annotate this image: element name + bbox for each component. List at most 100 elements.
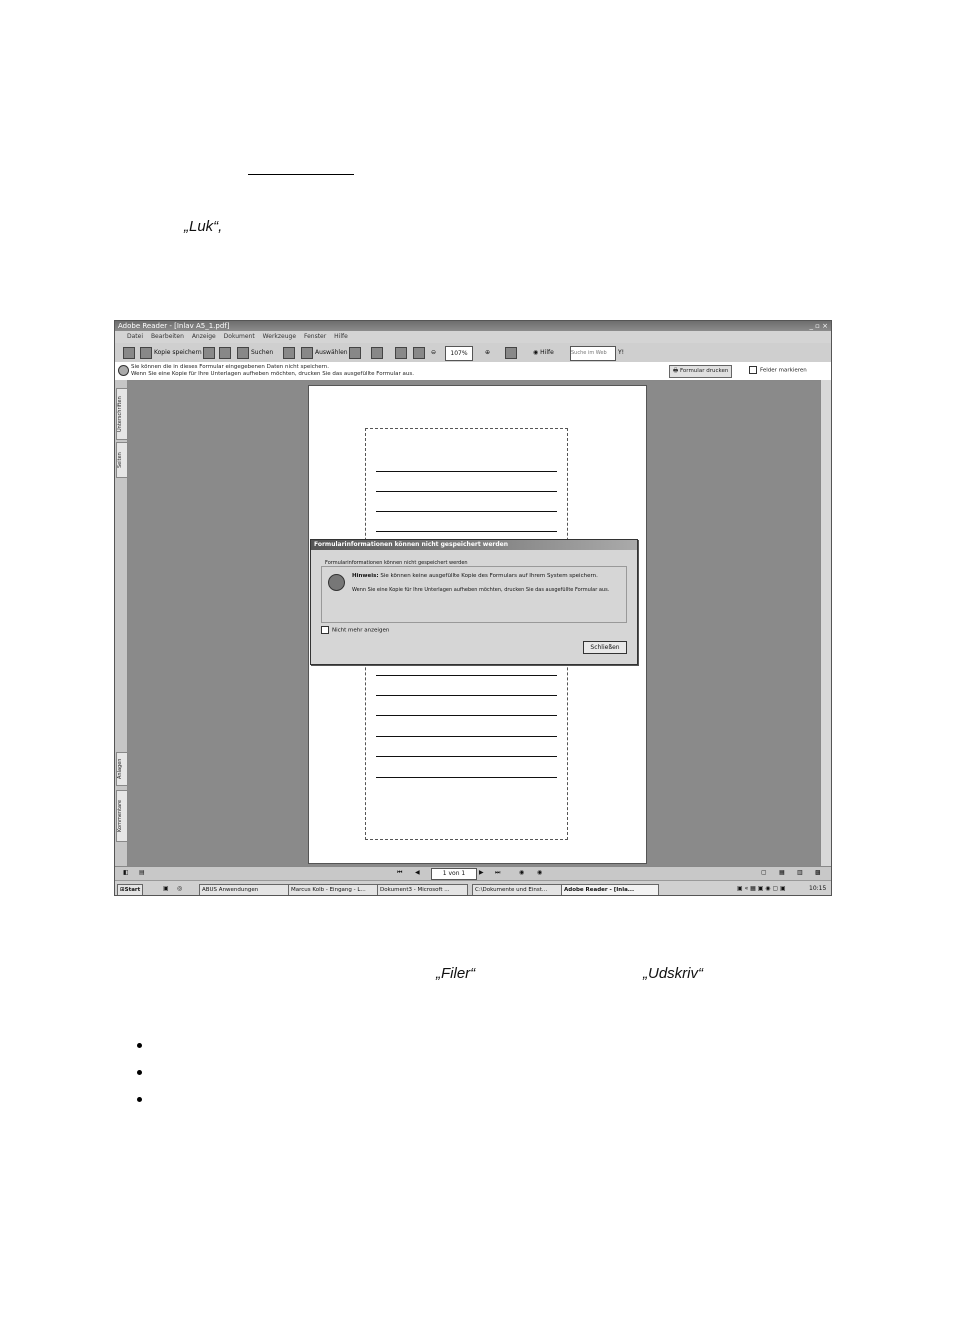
dialog-title: Formularinformationen können nicht gespe… xyxy=(311,540,637,550)
save-copy-button[interactable]: Kopie speichern xyxy=(140,346,202,359)
warning-icon xyxy=(328,574,345,591)
tray-icons[interactable]: ▣ « ▦ ▣ ◉ ▢ ▣ xyxy=(737,885,786,892)
zoom-out-button[interactable]: ⊖ xyxy=(431,346,436,359)
search-label: Suchen xyxy=(251,349,274,356)
form-field-line[interactable] xyxy=(376,777,557,778)
hand-tool-button[interactable] xyxy=(283,346,297,359)
select-tool-button[interactable]: Auswählen xyxy=(301,346,348,359)
app-title: Adobe Reader - [Inlav A5_1.pdf] xyxy=(118,322,230,330)
zoom-plus-button[interactable]: ⊕ xyxy=(485,346,490,359)
form-field-line[interactable] xyxy=(376,471,557,472)
yahoo-button[interactable]: Y! xyxy=(618,346,624,359)
quick-launch-icon[interactable]: ▣ xyxy=(163,885,169,892)
mark-fields-checkbox[interactable]: Felder markieren xyxy=(749,366,807,374)
window-controls[interactable]: _ ▫ × xyxy=(809,321,828,331)
zoom-in-button[interactable] xyxy=(371,346,385,359)
start-label: Start xyxy=(124,887,141,893)
actual-size-button[interactable] xyxy=(395,346,409,359)
form-field-line[interactable] xyxy=(376,736,557,737)
menu-werkzeuge[interactable]: Werkzeuge xyxy=(263,333,296,340)
prev-page-icon[interactable]: ◀ xyxy=(415,869,420,876)
form-field-line[interactable] xyxy=(376,531,557,532)
continuous-facing-icon[interactable]: ▩ xyxy=(815,869,821,876)
save-icon xyxy=(140,346,152,359)
task-word[interactable]: Dokument3 - Microsoft ... xyxy=(377,884,468,895)
email-button[interactable] xyxy=(219,346,233,359)
page-icon xyxy=(395,346,407,359)
windows-taskbar: ⊞Start ▣ ◎ ABUS Anwendungen Marcus Kolb … xyxy=(115,880,831,895)
info-text: Wenn Sie eine Kopie für Ihre Unterlagen … xyxy=(352,587,610,593)
rotate-button[interactable] xyxy=(505,346,519,359)
tab-attachments[interactable]: Anlagen xyxy=(116,752,128,786)
print-form-icon: 🖶 xyxy=(673,368,679,374)
last-page-icon[interactable]: ⏭ xyxy=(495,869,500,877)
zoom-in-icon xyxy=(371,346,383,359)
select-label: Auswählen xyxy=(315,349,348,356)
help-icon: ◉ xyxy=(533,349,539,356)
vertical-scrollbar[interactable] xyxy=(820,380,831,866)
dont-show-again-checkbox[interactable]: Nicht mehr anzeigen xyxy=(321,626,389,634)
zoom-input[interactable]: 107% xyxy=(445,346,473,361)
save-copy-label: Kopie speichern xyxy=(154,349,202,356)
task-explorer[interactable]: C:\Dokumente und Einst... xyxy=(472,884,563,895)
menu-bearbeiten[interactable]: Bearbeiten xyxy=(151,333,184,340)
page-thumb-icon[interactable]: ▤ xyxy=(139,869,145,876)
dialog-groupbox: Hinweis: Sie können keine ausgefüllte Ko… xyxy=(321,566,627,623)
first-page-icon[interactable]: ⏮ xyxy=(397,869,402,877)
yahoo-icon: Y! xyxy=(618,349,625,356)
menu-datei[interactable]: Datei xyxy=(127,333,143,340)
task-adobe-reader[interactable]: Adobe Reader - [Inla... xyxy=(561,884,659,895)
form-field-line[interactable] xyxy=(376,675,557,676)
navigation-panel: Unterschriften Seiten Anlagen Kommentare xyxy=(115,380,128,866)
tab-comments[interactable]: Kommentare xyxy=(116,790,128,842)
print-form-button[interactable]: 🖶 Formular drucken xyxy=(669,365,733,378)
menu-dokument[interactable]: Dokument xyxy=(224,333,255,340)
form-field-line[interactable] xyxy=(376,491,557,492)
rotate-icon xyxy=(505,346,517,359)
single-page-icon[interactable]: ▢ xyxy=(761,869,767,876)
back-icon[interactable]: ◉ xyxy=(519,869,524,876)
cursor-icon xyxy=(301,346,313,359)
start-button[interactable]: ⊞Start xyxy=(117,884,144,895)
menu-anzeige[interactable]: Anzeige xyxy=(192,333,216,340)
toolbar: Kopie speichern Suchen Auswählen ⊖ 107% … xyxy=(115,343,831,363)
tab-signatures[interactable]: Unterschriften xyxy=(116,388,128,440)
menu-fenster[interactable]: Fenster xyxy=(304,333,326,340)
help-label: Hilfe xyxy=(540,349,554,356)
facing-icon[interactable]: ▥ xyxy=(797,869,803,876)
open-button[interactable] xyxy=(123,346,137,359)
form-field-line[interactable] xyxy=(376,695,557,696)
binoculars-icon xyxy=(237,346,249,359)
form-field-line[interactable] xyxy=(376,511,557,512)
zoom-plus-icon: ⊕ xyxy=(485,349,491,356)
menu-hilfe[interactable]: Hilfe xyxy=(334,333,348,340)
web-search-field[interactable]: Suche im Web xyxy=(570,346,616,361)
form-field-line[interactable] xyxy=(376,715,557,716)
search-button[interactable]: Suchen xyxy=(237,346,273,359)
page-navigation-bar: ◧ ▤ ⏮ ◀ 1 von 1 ▶ ⏭ ◉ ◉ ▢ ▦ ▥ ▩ xyxy=(115,866,831,881)
quick-launch-icon[interactable]: ◎ xyxy=(177,885,182,892)
task-abus[interactable]: ABUS Anwendungen xyxy=(199,884,289,895)
help-button[interactable]: ◉ Hilfe xyxy=(533,346,554,359)
checkbox-icon xyxy=(749,366,757,374)
task-mail[interactable]: Marcus Kolb - Eingang - L... xyxy=(288,884,379,895)
page-indicator[interactable]: 1 von 1 xyxy=(431,868,477,880)
next-page-icon[interactable]: ▶ xyxy=(479,869,484,876)
hint-text: Sie können keine ausgefüllte Kopie des F… xyxy=(380,573,598,579)
print-button[interactable] xyxy=(203,346,217,359)
forward-icon[interactable]: ◉ xyxy=(537,869,542,876)
hint-text-row: Hinweis: Sie können keine ausgefüllte Ko… xyxy=(352,573,622,579)
hand-icon xyxy=(283,346,295,359)
snapshot-button[interactable] xyxy=(349,346,363,359)
fit-page-button[interactable] xyxy=(413,346,427,359)
bullet-point xyxy=(137,1097,142,1102)
panel-toggle-icon[interactable]: ◧ xyxy=(123,869,129,876)
continuous-icon[interactable]: ▦ xyxy=(779,869,785,876)
email-icon xyxy=(219,346,231,359)
word-udskriv: „Udskriv“ xyxy=(643,965,703,982)
close-button[interactable]: Schließen xyxy=(583,641,627,654)
tab-pages[interactable]: Seiten xyxy=(116,442,128,478)
message-line-2: Wenn Sie eine Kopie für Ihre Unterlagen … xyxy=(131,371,414,377)
camera-icon xyxy=(349,346,361,359)
form-field-line[interactable] xyxy=(376,756,557,757)
